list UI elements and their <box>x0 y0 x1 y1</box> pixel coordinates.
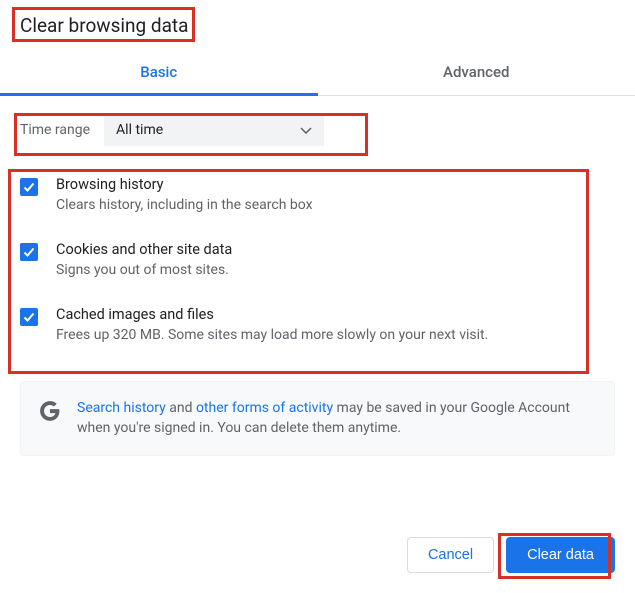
dialog-title: Clear browsing data <box>0 0 209 47</box>
check-icon <box>22 245 36 259</box>
link-search-history[interactable]: Search history <box>77 400 166 416</box>
option-desc: Signs you out of most sites. <box>56 262 232 278</box>
option-title: Cookies and other site data <box>56 241 232 258</box>
check-icon <box>22 310 36 324</box>
checkbox-cache[interactable] <box>20 308 38 326</box>
option-title: Cached images and files <box>56 306 488 323</box>
option-browsing-history: Browsing history Clears history, includi… <box>12 162 623 227</box>
info-text: Search history and other forms of activi… <box>77 398 596 439</box>
footer-buttons: Cancel Clear data <box>407 537 615 573</box>
link-other-activity[interactable]: other forms of activity <box>196 400 333 416</box>
option-cookies: Cookies and other site data Signs you ou… <box>12 227 623 292</box>
checkbox-cookies[interactable] <box>20 243 38 261</box>
option-cache: Cached images and files Frees up 320 MB.… <box>12 292 623 357</box>
tab-basic[interactable]: Basic <box>0 51 318 95</box>
info-box: Search history and other forms of activi… <box>20 381 615 456</box>
cancel-button[interactable]: Cancel <box>407 537 494 573</box>
option-desc: Frees up 320 MB. Some sites may load mor… <box>56 327 488 343</box>
clear-data-button[interactable]: Clear data <box>506 537 615 573</box>
time-range-select[interactable]: All time <box>104 114 324 146</box>
check-icon <box>22 180 36 194</box>
tab-advanced[interactable]: Advanced <box>318 51 635 95</box>
option-desc: Clears history, including in the search … <box>56 197 313 213</box>
tabs: Basic Advanced <box>0 51 635 96</box>
checkbox-browsing-history[interactable] <box>20 178 38 196</box>
time-range-row: Time range All time <box>20 114 324 146</box>
option-title: Browsing history <box>56 176 313 193</box>
time-range-value: All time <box>116 122 163 138</box>
chevron-down-icon <box>300 122 312 138</box>
options-list: Browsing history Clears history, includi… <box>0 156 635 363</box>
google-icon <box>39 400 61 422</box>
info-text-mid: and <box>166 400 196 416</box>
time-range-label: Time range <box>20 122 90 138</box>
